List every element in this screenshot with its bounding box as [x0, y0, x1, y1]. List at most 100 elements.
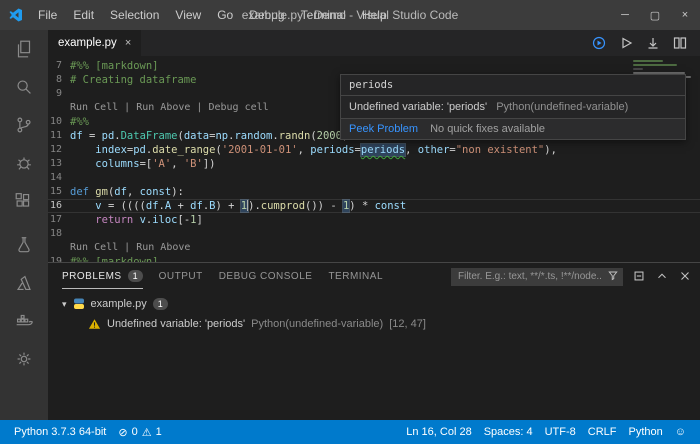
- code-token: ):: [171, 186, 184, 198]
- code-token: ]): [203, 158, 216, 170]
- chevron-down-icon[interactable]: ▾: [62, 299, 67, 310]
- explorer-icon[interactable]: [0, 30, 48, 68]
- problem-row[interactable]: Undefined variable: 'periods' Python(und…: [48, 314, 700, 334]
- python-interactive-icon[interactable]: [591, 35, 607, 51]
- code-token: [70, 200, 95, 212]
- code-line[interactable]: 16 v = ((((df.A + df.B) + 1).cumprod()) …: [48, 199, 700, 213]
- status-bar: Python 3.7.3 64-bit ⊘ 0 ⚠ 1 Ln 16, Col 2…: [0, 420, 700, 444]
- line-number: 19: [48, 255, 70, 262]
- code-token: =: [355, 144, 361, 156]
- code-token: return: [95, 214, 133, 226]
- problems-status[interactable]: ⊘ 0 ⚠ 1: [112, 420, 167, 444]
- collapse-all-icon[interactable]: [632, 269, 646, 283]
- panel-tab-output[interactable]: OUTPUT: [159, 263, 203, 289]
- code-token: const: [375, 200, 407, 212]
- code-token: def: [70, 186, 95, 198]
- feedback-smiley-icon[interactable]: ☺: [669, 420, 692, 444]
- eol-status[interactable]: CRLF: [582, 420, 623, 444]
- menu-go[interactable]: Go: [209, 0, 241, 30]
- code-line[interactable]: 7#%% [markdown]: [48, 59, 700, 73]
- window-controls: ─ ▢ ×: [610, 0, 700, 30]
- code-line[interactable]: 18: [48, 227, 700, 241]
- error-icon: ⊘: [118, 426, 127, 439]
- problem-message: Undefined variable: 'periods': [107, 318, 245, 330]
- minimize-button[interactable]: ─: [610, 0, 640, 30]
- code-token: date_range: [152, 144, 215, 156]
- cursor-position-status[interactable]: Ln 16, Col 28: [400, 420, 477, 444]
- code-line[interactable]: 14: [48, 171, 700, 185]
- line-number: 14: [48, 171, 70, 185]
- menu-view[interactable]: View: [167, 0, 209, 30]
- peek-problem-link[interactable]: Peek Problem: [349, 123, 418, 135]
- panel-tabs: PROBLEMS1 OUTPUT DEBUG CONSOLE TERMINAL: [62, 263, 399, 289]
- close-panel-icon[interactable]: [678, 269, 692, 283]
- code-token: 2000: [317, 130, 342, 142]
- language-mode-status[interactable]: Python: [623, 420, 669, 444]
- code-token: ()) -: [305, 200, 343, 212]
- line-number: 17: [48, 213, 70, 227]
- settings-gear-icon[interactable]: [0, 340, 48, 378]
- menu-edit[interactable]: Edit: [65, 0, 102, 30]
- azure-icon[interactable]: [0, 264, 48, 302]
- error-count: 0: [132, 426, 138, 438]
- indentation-status[interactable]: Spaces: 4: [478, 420, 539, 444]
- codelens-actions[interactable]: Run Cell | Run Above | Debug cell: [70, 101, 269, 115]
- code-token: #%%: [70, 116, 89, 128]
- codelens-row[interactable]: Run Cell | Run Above: [48, 241, 700, 255]
- filter-wrap: [451, 266, 623, 286]
- code-token: ,: [171, 158, 184, 170]
- code-token: [-: [178, 214, 191, 226]
- code-line[interactable]: 12 index=pd.date_range('2001-01-01', per…: [48, 143, 700, 157]
- test-explorer-icon[interactable]: [0, 226, 48, 264]
- tab-close-icon[interactable]: ×: [125, 37, 131, 49]
- menu-file[interactable]: File: [30, 0, 65, 30]
- panel-tab-label: PROBLEMS: [62, 271, 122, 282]
- codelens-actions[interactable]: Run Cell | Run Above: [70, 241, 190, 255]
- code-token: "non existent": [456, 144, 545, 156]
- status-bar-right: Ln 16, Col 28 Spaces: 4 UTF-8 CRLF Pytho…: [400, 420, 692, 444]
- panel-tab-problems[interactable]: PROBLEMS1: [62, 263, 143, 289]
- menu-selection[interactable]: Selection: [102, 0, 167, 30]
- hover-source: Python(undefined-variable): [496, 101, 628, 113]
- code-token: other: [418, 144, 450, 156]
- tab-label: example.py: [58, 37, 117, 49]
- code-token: =: [83, 130, 102, 142]
- search-icon[interactable]: [0, 68, 48, 106]
- problems-file-row[interactable]: ▾ example.py 1: [48, 294, 700, 314]
- panel-tab-label: TERMINAL: [328, 271, 383, 282]
- maximize-button[interactable]: ▢: [640, 0, 670, 30]
- hover-word: periods: [341, 75, 685, 95]
- hover-actions: Peek Problem No quick fixes available: [341, 118, 685, 139]
- code-line[interactable]: 17 return v.iloc[-1]: [48, 213, 700, 227]
- code-token: #%% [markdown]: [70, 60, 159, 72]
- panel-tab-terminal[interactable]: TERMINAL: [328, 263, 383, 289]
- encoding-status[interactable]: UTF-8: [539, 420, 582, 444]
- split-editor-icon[interactable]: [672, 35, 688, 51]
- code-token: ,: [405, 144, 418, 156]
- run-file-icon[interactable]: [618, 35, 634, 51]
- tab-example-py[interactable]: example.py ×: [48, 30, 141, 56]
- code-line[interactable]: 13 columns=['A', 'B']): [48, 157, 700, 171]
- debug-icon[interactable]: [0, 144, 48, 182]
- source-control-icon[interactable]: [0, 106, 48, 144]
- code-token: [70, 144, 95, 156]
- maximize-panel-icon[interactable]: [655, 269, 669, 283]
- python-interpreter-status[interactable]: Python 3.7.3 64-bit: [8, 420, 112, 444]
- line-number: 7: [48, 59, 70, 73]
- panel-tab-debug-console[interactable]: DEBUG CONSOLE: [219, 263, 313, 289]
- code-token: ) +: [215, 200, 240, 212]
- docker-icon[interactable]: [0, 302, 48, 340]
- extensions-icon[interactable]: [0, 182, 48, 220]
- code-token: df: [190, 200, 203, 212]
- filter-funnel-icon[interactable]: [607, 269, 619, 281]
- code-line[interactable]: 19#%% [markdown]: [48, 255, 700, 262]
- code-token: =[: [140, 158, 153, 170]
- code-token: randn: [279, 130, 311, 142]
- export-download-icon[interactable]: [645, 35, 661, 51]
- code-line[interactable]: 15def gm(df, const):: [48, 185, 700, 199]
- close-button[interactable]: ×: [670, 0, 700, 30]
- code-token: '2001-01-01': [222, 144, 298, 156]
- problems-filter-input[interactable]: [451, 268, 623, 286]
- code-token: 1: [241, 200, 248, 212]
- code-token: [70, 214, 95, 226]
